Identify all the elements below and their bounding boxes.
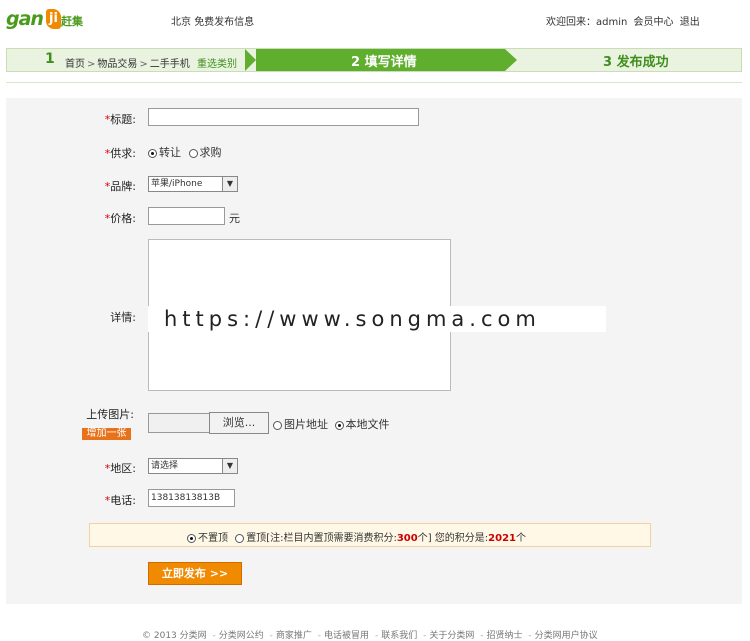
upload-label: 上传图片: [86,408,134,421]
upload-local-radio[interactable] [334,420,344,430]
welcome-text: 欢迎回来：admin [546,17,628,28]
crumb-phones[interactable]: 二手手机 [150,59,190,70]
progress-steps: 1 首页 > 物品交易 > 二手手机 重选类别 2 填写详情 3 发布成功 [6,48,742,72]
crumb-home[interactable]: 首页 [65,59,85,70]
upload-source-radio-group: 图片地址 本地文件 [273,416,390,432]
free-post-link[interactable]: 免费发布信息 [194,17,254,28]
file-path-field[interactable] [148,413,209,433]
supply-transfer-radio[interactable] [148,148,157,158]
watermark-text: https://www.songma.com [148,306,606,332]
pin-radio[interactable] [235,533,245,543]
footer-link[interactable]: 招贤纳士 [486,631,522,641]
detail-label: 详情: [110,311,136,324]
divider [6,82,742,83]
no-pin-label: 不置顶 [198,533,228,544]
footer-copyright: © 2013 分类网 [142,631,207,641]
footer-link[interactable]: 关于分类网 [429,631,474,641]
brand-select[interactable]: 苹果/iPhone ▼ [148,176,238,192]
brand-select-value: 苹果/iPhone [151,179,203,189]
crumb-sep-icon: > [87,59,96,70]
supply-transfer-label: 转让 [159,146,181,159]
footer-link[interactable]: 分类网用户协议 [535,631,598,641]
browse-button[interactable]: 浏览... [209,412,269,434]
region-label: *地区: [104,462,136,475]
title-label: *标题: [104,113,136,126]
title-input[interactable] [148,108,419,126]
points-unit: 个 [516,533,526,544]
brand-label: *品牌: [104,180,136,193]
supply-buy-radio[interactable] [188,148,198,158]
user-bar: 欢迎回来：admin 会员中心 退出 [546,13,703,28]
city-name[interactable]: 北京 [171,17,191,28]
chevron-down-icon: ▼ [222,177,237,191]
crumb-sep-icon: > [139,59,148,70]
pin-cost: 300 [396,533,418,544]
phone-input[interactable]: 13813813813B [148,489,235,507]
step1-number: 1 [45,51,55,67]
pin-note-suffix: 个] 您的积分是: [417,533,489,544]
footer-link[interactable]: 商家推广 [276,631,312,641]
crumb-goods[interactable]: 物品交易 [97,59,137,70]
logout-link[interactable]: 退出 [680,17,700,28]
ganji-logo[interactable]: gan ji 赶集 [6,8,92,32]
submit-button[interactable]: 立即发布 >> [148,562,242,585]
price-unit: 元 [229,212,240,225]
price-label: *价格: [104,212,136,225]
footer-link[interactable]: 电话被冒用 [324,631,369,641]
supply-radio-group: 转让 求购 [148,144,222,160]
region-select-value: 请选择 [151,461,179,471]
logo-cn-text: 赶集 [61,15,83,28]
supply-label: *供求: [104,147,136,160]
pin-label: 置顶 [246,533,267,544]
step2-label: 2 填写详情 [351,55,417,70]
upload-url-label: 图片地址 [284,418,328,431]
logo-wordmark: gan [6,8,44,30]
step-arrow-in [245,49,256,71]
footer: © 2013 分类网 - 分类网公约 - 商家推广 - 电话被冒用 - 联系我们 - 关于… [142,631,598,641]
reselect-category-link[interactable]: 重选类别 [197,59,237,70]
phone-label: *电话: [104,494,136,507]
footer-link[interactable]: 分类网公约 [219,631,264,641]
pin-note-prefix: [注:栏目内置顶需要消费积分: [266,533,397,544]
step-arrow-out [505,49,517,71]
breadcrumb: 首页 > 物品交易 > 二手手机 重选类别 [65,55,237,70]
footer-link[interactable]: 联系我们 [381,631,417,641]
add-image-button[interactable]: 增加一张 [82,428,131,440]
upload-url-radio[interactable] [273,420,282,430]
pin-options-box: 不置顶 置顶[注:栏目内置顶需要消费积分:300个] 您的积分是:2021个 [89,523,651,547]
member-center-link[interactable]: 会员中心 [634,17,674,28]
chevron-down-icon: ▼ [222,459,237,473]
city-bar: 北京 免费发布信息 [171,13,254,28]
no-pin-radio[interactable] [187,533,196,543]
region-select[interactable]: 请选择 ▼ [148,458,238,474]
user-points: 2021 [488,533,516,544]
upload-local-label: 本地文件 [345,418,390,431]
supply-buy-label: 求购 [199,146,222,159]
price-input[interactable] [148,207,225,225]
logo-mark-icon: ji [46,9,61,29]
step3-label: 3 发布成功 [603,55,669,70]
